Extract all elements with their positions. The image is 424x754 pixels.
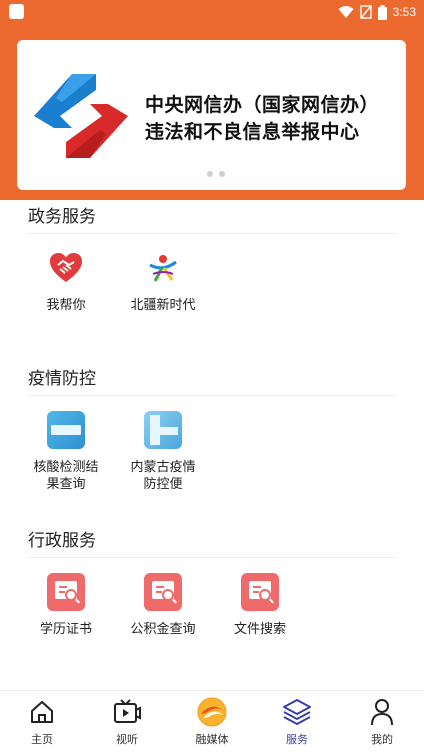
- section-government-services: 政务服务 我帮你 北疆新时代: [28, 200, 396, 313]
- service-label: 公积金查询: [130, 622, 196, 637]
- service-item-file-search[interactable]: 文件搜索: [224, 572, 296, 638]
- carousel-dot: [219, 171, 225, 177]
- service-label: 文件搜索: [233, 622, 286, 637]
- section-title: 政务服务: [28, 200, 396, 234]
- banner-carousel[interactable]: 中央网信办（国家网信办） 违法和不良信息举报中心: [17, 40, 406, 190]
- service-label: 核酸检测结果查询: [33, 460, 99, 492]
- cyberspace-report-logo-icon: [34, 74, 128, 158]
- battery-icon: [377, 4, 387, 20]
- carousel-indicator: [207, 171, 225, 177]
- nav-label: 我的: [371, 733, 393, 746]
- nucleic-test-icon: [46, 410, 86, 450]
- section-title: 行政服务: [28, 524, 396, 558]
- nav-label: 融媒体: [195, 733, 229, 746]
- tv-play-icon: [112, 697, 142, 727]
- nav-item-home[interactable]: 主页: [7, 697, 77, 747]
- service-label: 学历证书: [39, 622, 92, 637]
- document-search-icon: [240, 572, 280, 612]
- service-item-beijiang[interactable]: 北疆新时代: [127, 248, 199, 314]
- system-icons: 3:53: [338, 3, 416, 21]
- signal-icon: [359, 5, 372, 19]
- service-label: 北疆新时代: [130, 298, 196, 313]
- nav-label: 服务: [286, 733, 308, 746]
- document-search-icon: [46, 572, 86, 612]
- document-search-icon: [143, 572, 183, 612]
- status-time: 3:53: [392, 5, 416, 19]
- service-item-diploma[interactable]: 学历证书: [30, 572, 102, 638]
- beijiang-figure-icon: [143, 248, 183, 288]
- section-epidemic-control: 疫情防控 核酸检测结果查询 内蒙古疫情防控便: [28, 362, 396, 492]
- nav-item-profile[interactable]: 我的: [347, 697, 417, 747]
- service-item-housing-fund[interactable]: 公积金查询: [127, 572, 199, 638]
- carousel-dot: [207, 171, 213, 177]
- status-bar: 3:53: [0, 0, 424, 24]
- nav-item-media[interactable]: 融媒体: [177, 697, 247, 747]
- app-notification-icon: [9, 4, 24, 19]
- nav-item-video[interactable]: 视听: [92, 697, 162, 747]
- nav-label: 视听: [116, 733, 138, 746]
- handshake-heart-icon: [46, 248, 86, 288]
- epidemic-control-icon: [143, 410, 183, 450]
- user-icon: [367, 697, 397, 727]
- layers-icon: [282, 697, 312, 727]
- service-item-wobangni[interactable]: 我帮你: [30, 248, 102, 314]
- media-logo-icon: [197, 697, 227, 727]
- wifi-icon: [338, 6, 354, 18]
- service-label: 内蒙古疫情防控便: [130, 460, 196, 492]
- section-administrative-services: 行政服务 学历证书 公积金查询 文件搜索: [28, 524, 396, 637]
- nav-item-services[interactable]: 服务: [262, 697, 332, 747]
- service-item-nucleic-test[interactable]: 核酸检测结果查询: [30, 410, 102, 493]
- service-item-epidemic-convenience[interactable]: 内蒙古疫情防控便: [127, 410, 199, 493]
- section-title: 疫情防控: [28, 362, 396, 396]
- banner-title-line2: 违法和不良信息举报中心: [145, 121, 360, 143]
- nav-label: 主页: [31, 733, 53, 746]
- bottom-navigation: 主页 视听 融媒体 服务 我的: [0, 690, 424, 754]
- banner-title-line1: 中央网信办（国家网信办）: [145, 94, 380, 116]
- service-label: 我帮你: [46, 298, 86, 313]
- home-icon: [27, 697, 57, 727]
